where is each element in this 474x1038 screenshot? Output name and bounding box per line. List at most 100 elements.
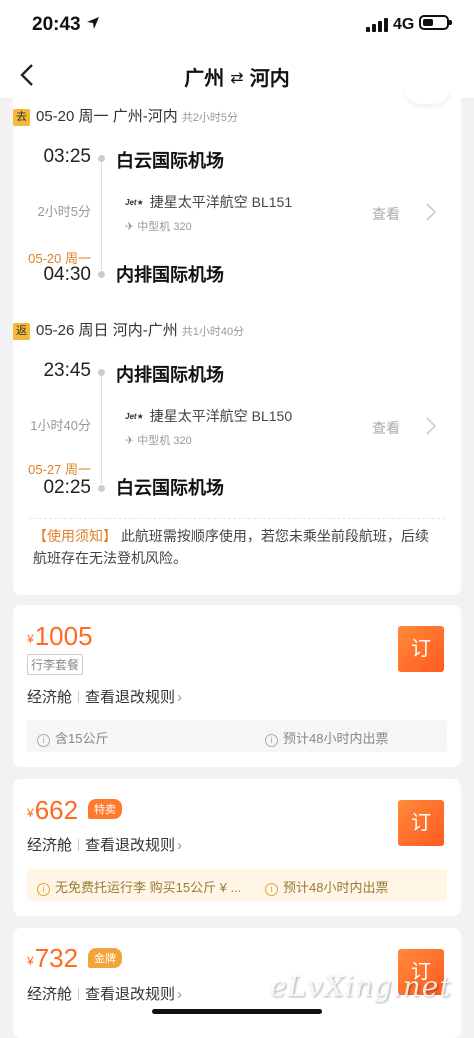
departure-airport: 白云国际机场 <box>116 151 224 171</box>
view-details-link[interactable]: 查看 <box>372 204 400 224</box>
book-button[interactable]: 订 <box>398 626 444 672</box>
segment-date: 05-20 周一 <box>36 108 109 125</box>
price-value: 1005 <box>34 621 93 651</box>
chevron-right-icon[interactable] <box>424 416 438 436</box>
package-tag: 行李套餐 <box>27 654 84 675</box>
fare-price: ¥1005 <box>27 621 93 652</box>
cabin-row: 经济舱 查看退改规则 › <box>27 834 182 855</box>
segment-header: 返 05-26 周日 河内-广州 共1小时40分 <box>13 319 244 343</box>
notice-label: 【使用须知】 <box>33 528 117 544</box>
airline-name: 捷星太平洋航空 BL150 <box>149 408 293 424</box>
cabin-row: 经济舱 查看退改规则 › <box>27 983 182 1004</box>
airline-info: Jet★ 捷星太平洋航空 BL150 <box>125 406 292 426</box>
arrival-time: 04:30 <box>43 264 91 285</box>
segment-duration: 共1小时40分 <box>181 326 245 338</box>
network-type: 4G <box>393 16 415 33</box>
aircraft-info: ✈ 中型机 320 <box>125 221 192 233</box>
view-details-link[interactable]: 查看 <box>372 418 400 438</box>
usage-notice: 【使用须知】 此航班需按顺序使用，若您未乘坐前段航班，后续航班存在无法登机风险。 <box>33 525 441 569</box>
status-bar: 20:43 4G <box>0 0 474 52</box>
jetstar-logo-icon: Jet★ <box>125 412 144 421</box>
currency-symbol: ¥ <box>27 954 34 968</box>
chevron-right-icon: › <box>177 986 183 1003</box>
timeline-dot <box>98 369 105 376</box>
cabin-class: 经济舱 <box>27 986 73 1003</box>
origin-city: 广州 <box>184 68 225 90</box>
chevron-right-icon: › <box>177 689 183 706</box>
destination-city: 河内 <box>249 68 290 90</box>
arrival-airport: 白云国际机场 <box>116 478 224 498</box>
flight-duration: 1小时40分 <box>30 418 91 433</box>
arrival-time: 02:25 <box>43 477 91 498</box>
departure-time: 23:45 <box>43 360 91 381</box>
info-icon: i <box>37 883 50 896</box>
baggage-info: i 无免费托运行李 购买15公斤 ¥ ... <box>37 877 241 896</box>
ticketing-info: i 预计48小时内出票 <box>265 877 388 896</box>
segment-route: 广州-河内 <box>112 108 178 125</box>
arrival-airport: 内排国际机场 <box>116 265 224 285</box>
timeline-dot <box>98 155 105 162</box>
departure-time: 03:25 <box>43 146 91 167</box>
currency-symbol: ¥ <box>27 806 34 820</box>
segment-duration: 共2小时5分 <box>181 112 238 124</box>
book-button[interactable]: 订 <box>398 800 444 846</box>
flight-duration: 2小时5分 <box>37 204 91 219</box>
refund-rules-link[interactable]: 查看退改规则 <box>85 689 175 706</box>
segment-header: 去 05-20 周一 广州-河内 共2小时5分 <box>13 105 238 129</box>
fare-price: ¥662 <box>27 795 78 826</box>
aircraft-info: ✈ 中型机 320 <box>125 435 192 447</box>
cabin-class: 经济舱 <box>27 689 73 706</box>
price-value: 732 <box>34 943 79 973</box>
chevron-right-icon: › <box>177 837 183 854</box>
segment-route: 河内-广州 <box>112 322 178 339</box>
aircraft-type: 中型机 320 <box>137 435 192 447</box>
fare-info-bar: i 含15公斤 i 预计48小时内出票 <box>27 720 447 752</box>
info-icon: i <box>265 734 278 747</box>
fare-card: ¥662 特卖 订 经济舱 查看退改规则 › i 无免费托运行李 购买15公斤 ¥ .… <box>13 779 461 916</box>
airline-name: 捷星太平洋航空 BL151 <box>149 194 293 210</box>
battery-icon <box>419 15 452 30</box>
divider <box>29 518 445 519</box>
baggage-text: 含15公斤 <box>55 731 109 746</box>
timeline-line <box>101 162 102 270</box>
fare-card: ¥1005 行李套餐 订 经济舱 查看退改规则 › i 含15公斤 i 预计48小时内出… <box>13 605 461 767</box>
cabin-row: 经济舱 查看退改规则 › <box>27 686 182 707</box>
timeline-line <box>101 376 102 484</box>
cabin-class: 经济舱 <box>27 837 73 854</box>
location-arrow-icon <box>87 17 99 29</box>
ticketing-text: 预计48小时内出票 <box>283 731 389 746</box>
airline-info: Jet★ 捷星太平洋航空 BL151 <box>125 192 292 212</box>
collapse-handle[interactable] <box>403 86 451 104</box>
departure-airport: 内排国际机场 <box>116 365 224 385</box>
aircraft-type: 中型机 320 <box>137 221 192 233</box>
return-segment[interactable]: 返 05-26 周日 河内-广州 共1小时40分 23:45 内排国际机场 1小时4… <box>13 319 461 519</box>
refund-rules-link[interactable]: 查看退改规则 <box>85 986 175 1003</box>
info-icon: i <box>37 734 50 747</box>
currency-symbol: ¥ <box>27 632 34 646</box>
signal-icon <box>366 18 388 32</box>
jetstar-logo-icon: Jet★ <box>125 198 144 207</box>
ticketing-info: i 预计48小时内出票 <box>265 728 388 747</box>
itinerary-card: 去 05-20 周一 广州-河内 共2小时5分 03:25 白云国际机场 2小时5分… <box>13 86 461 595</box>
info-icon: i <box>265 883 278 896</box>
fare-info-bar: i 无免费托运行李 购买15公斤 ¥ ... i 预计48小时内出票 <box>27 869 447 901</box>
swap-icon: ⇄ <box>230 70 244 87</box>
watermark: eLvXing.net <box>270 970 452 1003</box>
outbound-tag: 去 <box>13 109 30 126</box>
ticketing-text: 预计48小时内出票 <box>283 880 389 895</box>
price-value: 662 <box>34 795 79 825</box>
return-tag: 返 <box>13 323 30 340</box>
arrival-date: 05-27 周一 <box>28 462 91 477</box>
timeline-dot <box>98 271 105 278</box>
sale-badge: 特卖 <box>88 799 122 819</box>
baggage-text: 无免费托运行李 购买15公斤 ¥ ... <box>55 880 242 895</box>
home-indicator[interactable] <box>152 1009 322 1014</box>
segment-date: 05-26 周日 <box>36 322 109 339</box>
chevron-right-icon[interactable] <box>424 202 438 222</box>
fare-price: ¥732 <box>27 943 78 974</box>
refund-rules-link[interactable]: 查看退改规则 <box>85 837 175 854</box>
gold-badge: 金牌 <box>88 948 122 968</box>
status-time: 20:43 <box>32 14 81 35</box>
baggage-info: i 含15公斤 <box>37 728 108 747</box>
outbound-segment[interactable]: 去 05-20 周一 广州-河内 共2小时5分 03:25 白云国际机场 2小时5分… <box>13 105 461 305</box>
